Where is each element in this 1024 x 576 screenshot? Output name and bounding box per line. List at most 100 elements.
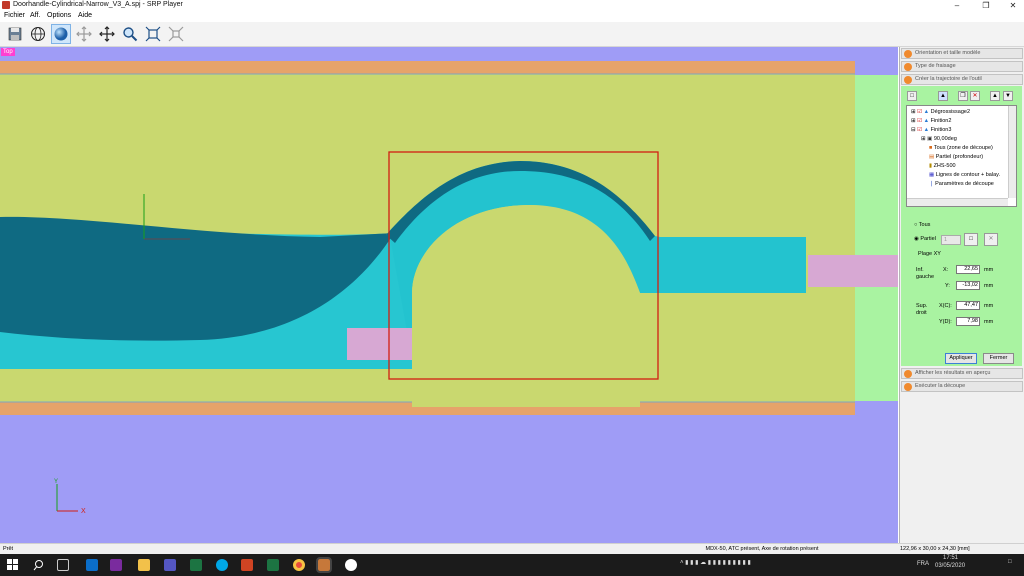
radio-partiel[interactable]: ◉ Partiel bbox=[914, 236, 936, 242]
new-area-icon[interactable]: □ bbox=[964, 233, 978, 246]
title-bar: Doorhandle-Cylindrical-Narrow_V3_A.spj -… bbox=[0, 0, 1024, 11]
srp-player-icon[interactable] bbox=[316, 557, 332, 573]
3d-viewport[interactable]: Y X Top bbox=[0, 47, 898, 543]
powerpoint-icon[interactable] bbox=[241, 559, 253, 571]
pan-icon[interactable] bbox=[97, 24, 117, 44]
excel-icon[interactable] bbox=[267, 559, 279, 571]
minimize-icon[interactable]: – bbox=[946, 0, 968, 11]
x-label: X: bbox=[943, 267, 949, 273]
partial-select[interactable]: 1 bbox=[941, 235, 961, 245]
y-unit: mm bbox=[984, 283, 994, 289]
tree-item[interactable]: ⊞ ▣ 90,00deg bbox=[921, 136, 957, 142]
excel-icon[interactable] bbox=[190, 559, 202, 571]
teams-icon[interactable] bbox=[164, 559, 176, 571]
menu-fichier[interactable]: Fichier bbox=[4, 12, 25, 19]
section-arrow-icon bbox=[904, 63, 912, 71]
y-field[interactable]: -13,02 bbox=[956, 281, 980, 290]
toolbar bbox=[0, 22, 1024, 47]
skype-icon[interactable] bbox=[216, 559, 228, 571]
section-orientation[interactable]: Orientation et taille modèle bbox=[901, 48, 1023, 59]
tree-item[interactable]: ▮ ZHS-500 bbox=[929, 163, 956, 169]
xc-field[interactable]: 47,47 bbox=[956, 301, 980, 310]
window-title: Doorhandle-Cylindrical-Narrow_V3_A.spj -… bbox=[13, 1, 183, 8]
delete-area-icon[interactable]: ✕ bbox=[984, 233, 998, 246]
clock-date[interactable]: 03/05/2020 bbox=[935, 563, 965, 569]
model-size: 122,96 x 30,00 x 24,30 [mm] bbox=[900, 546, 970, 552]
tree-item[interactable]: ■ Tous (zone de découpe) bbox=[929, 145, 993, 151]
menu-aff[interactable]: Aff. bbox=[30, 12, 40, 19]
close-button[interactable]: Fermer bbox=[983, 353, 1014, 364]
move-up-icon[interactable]: ▲ bbox=[990, 91, 1000, 101]
section-arrow-icon bbox=[904, 50, 912, 58]
search-icon[interactable] bbox=[33, 559, 45, 571]
move-down-icon[interactable]: ▼ bbox=[1003, 91, 1013, 101]
x-field[interactable]: 22,65 bbox=[956, 265, 980, 274]
y-label: Y: bbox=[945, 283, 950, 289]
stock-border-top bbox=[0, 61, 855, 74]
tree-item[interactable]: ⊞ ☑ ▲ Dégrossissage2 bbox=[911, 109, 970, 115]
tree-item[interactable]: ▦ Lignes de contour + balay. bbox=[929, 172, 1000, 178]
tree-item[interactable]: ❘ Paramètres de découpe bbox=[929, 181, 994, 187]
app-icon bbox=[2, 1, 10, 9]
task-view-icon[interactable] bbox=[57, 559, 69, 571]
inf-label: Inf. gauche bbox=[916, 267, 935, 280]
status-text: Prêt bbox=[3, 546, 14, 552]
x-unit: mm bbox=[984, 267, 994, 273]
vpanel-icon[interactable] bbox=[345, 559, 357, 571]
yd-unit: mm bbox=[984, 319, 994, 325]
tree-vertical-scrollbar[interactable] bbox=[1008, 106, 1016, 198]
sphere-shaded-icon[interactable] bbox=[51, 24, 71, 44]
chrome-icon[interactable] bbox=[293, 559, 305, 571]
move-arrows-icon[interactable] bbox=[74, 24, 94, 44]
tree-item[interactable]: ▤ Partiel (profondeur) bbox=[929, 154, 983, 160]
viewport-canvas: Y X bbox=[0, 47, 898, 543]
xc-unit: mm bbox=[984, 303, 994, 309]
new-toolpath-icon[interactable]: □ bbox=[907, 91, 917, 101]
taskbar: ˄ ▮ ▮ ▮ ☁ ▮ ▮ ▮ ▮ ▮ ▮ ▮ ▮ ▮ FRA 17:51 03… bbox=[0, 554, 1024, 576]
add-process-icon[interactable]: ▲ bbox=[938, 91, 948, 101]
section-execute[interactable]: Exécuter la découpe bbox=[901, 381, 1023, 392]
save-icon[interactable] bbox=[5, 24, 25, 44]
pink-region-left bbox=[347, 328, 412, 360]
globe-wireframe-icon[interactable] bbox=[28, 24, 48, 44]
file-explorer-icon[interactable] bbox=[138, 559, 150, 571]
y-axis-label: Y bbox=[54, 479, 58, 485]
x-axis-label: X bbox=[81, 508, 86, 515]
outlook-icon[interactable] bbox=[86, 559, 98, 571]
delete-icon[interactable]: ✕ bbox=[970, 91, 980, 101]
onenote-icon[interactable] bbox=[110, 559, 122, 571]
menu-options[interactable]: Options bbox=[47, 12, 71, 19]
section-toolpath[interactable]: Créer la trajectoire de l'outil bbox=[901, 74, 1023, 85]
menu-aide[interactable]: Aide bbox=[78, 12, 92, 19]
windows-start-icon[interactable] bbox=[7, 559, 19, 571]
tray-icons[interactable]: ˄ ▮ ▮ ▮ ☁ ▮ ▮ ▮ ▮ ▮ ▮ ▮ ▮ ▮ bbox=[680, 559, 751, 566]
pink-region-right bbox=[808, 255, 898, 287]
status-bar: Prêt MDX-50, ATC présent, Axe de rotatio… bbox=[0, 543, 1024, 554]
clock-time[interactable]: 17:51 bbox=[943, 555, 958, 561]
close-icon[interactable]: ✕ bbox=[1002, 0, 1024, 11]
plage-xy-label: Plage XY bbox=[918, 251, 941, 257]
view-label: Top bbox=[1, 48, 15, 56]
yd-label: Y(D): bbox=[939, 319, 952, 325]
apply-button[interactable]: Appliquer bbox=[945, 353, 977, 364]
toolpath-tree[interactable]: ⊞ ☑ ▲ Dégrossissage2 ⊞ ☑ ▲ Finition2 ⊟ ☑… bbox=[906, 105, 1017, 207]
copy-icon[interactable]: ❐ bbox=[958, 91, 968, 101]
zoom-fit-icon[interactable] bbox=[143, 24, 163, 44]
section-arrow-icon bbox=[904, 383, 912, 391]
zoom-icon[interactable] bbox=[120, 24, 140, 44]
language-indicator[interactable]: FRA bbox=[917, 561, 929, 567]
section-milling-type[interactable]: Type de fraisage bbox=[901, 61, 1023, 72]
radio-tous[interactable]: ○ Tous bbox=[914, 222, 930, 228]
notifications-icon[interactable]: □ bbox=[1008, 559, 1012, 565]
tree-item[interactable]: ⊞ ☑ ▲ Finition2 bbox=[911, 118, 951, 124]
sup-label: Sup. droit bbox=[916, 303, 928, 316]
section-arrow-icon bbox=[904, 370, 912, 378]
section-preview[interactable]: Afficher les résultats en aperçu bbox=[901, 368, 1023, 379]
yd-field[interactable]: 7,98 bbox=[956, 317, 980, 326]
zoom-all-icon[interactable] bbox=[166, 24, 186, 44]
tree-item[interactable]: ⊟ ☑ ▲ Finition3 bbox=[911, 127, 951, 133]
machine-status: MDX-50, ATC présent, Axe de rotation pré… bbox=[705, 546, 819, 552]
restore-icon[interactable]: ❐ bbox=[975, 0, 997, 11]
tree-horizontal-scrollbar[interactable] bbox=[907, 198, 1008, 206]
menu-bar: Fichier Aff. Options Aide bbox=[0, 11, 1024, 22]
